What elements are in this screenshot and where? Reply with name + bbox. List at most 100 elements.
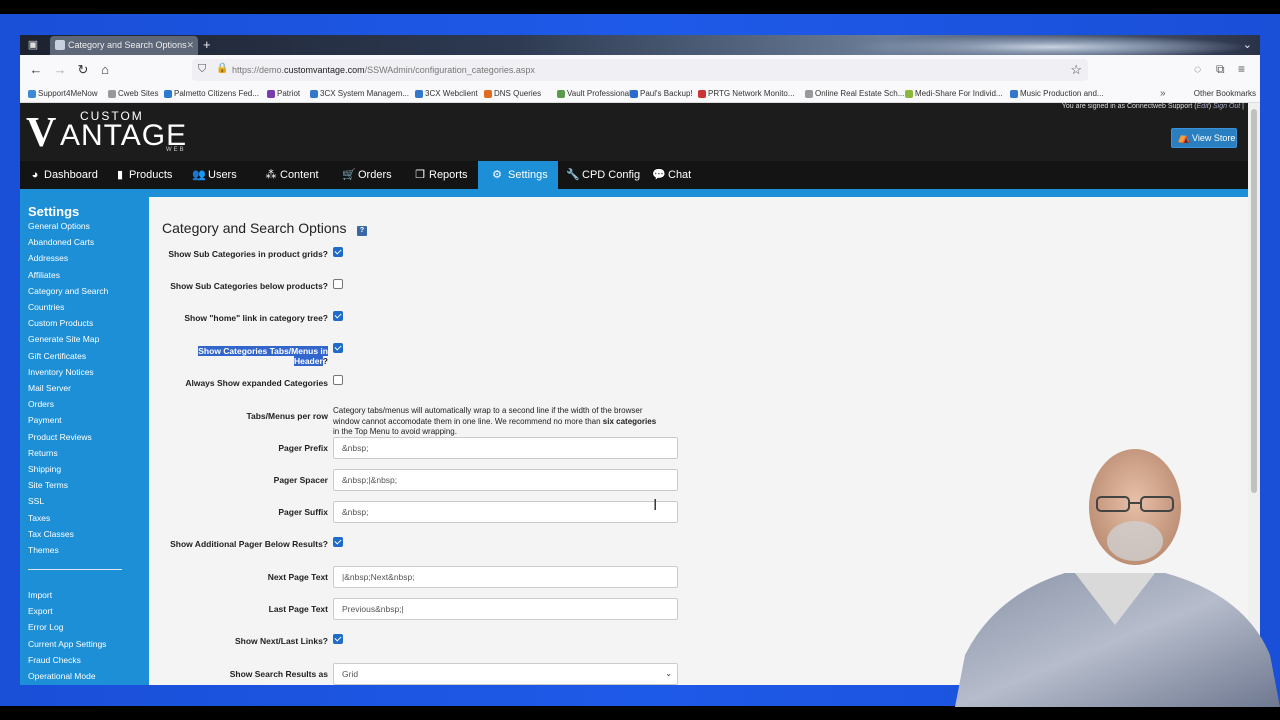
sidebar-item-product-reviews[interactable]: Product Reviews [28, 432, 92, 442]
presenter-webcam [955, 445, 1280, 707]
tab-favicon-icon [55, 40, 65, 50]
pager-prefix-input[interactable]: &nbsp; [333, 437, 678, 459]
pager-spacer-label: Pager Spacer [273, 475, 328, 485]
next-last-links-checkbox[interactable] [333, 634, 343, 644]
sidebar-item-inventory-notices[interactable]: Inventory Notices [28, 367, 94, 377]
bookmark-item[interactable]: Vault Professional [557, 85, 631, 103]
new-tab-button[interactable]: + [203, 35, 211, 55]
sidebar-item-current-app-settings[interactable]: Current App Settings [28, 639, 106, 649]
account-icon[interactable]: ◌ [1194, 62, 1201, 76]
custom-vantage-logo[interactable]: CUSTOM V ANTAGE WEB [26, 109, 186, 157]
tabs-in-header-checkbox[interactable] [333, 343, 343, 353]
nav-item-content[interactable]: ⁂ Content [264, 161, 329, 189]
help-icon[interactable]: ? [357, 226, 367, 236]
address-bar[interactable]: ⛉ 🔒 https://demo.customvantage.com/SSWAd… [192, 59, 1088, 81]
sidebar-item-orders[interactable]: Orders [28, 399, 54, 409]
sidebar-item-addresses[interactable]: Addresses [28, 253, 68, 263]
lock-icon[interactable]: 🔒 [216, 63, 228, 77]
sidebar-item-abandoned-carts[interactable]: Abandoned Carts [28, 237, 94, 247]
sidebar-item-fraud-checks[interactable]: Fraud Checks [28, 655, 81, 665]
bookmark-item[interactable]: Support4MeNow [28, 85, 98, 103]
other-bookmarks-folder[interactable]: Other Bookmarks [1194, 85, 1256, 103]
bookmarks-overflow-icon[interactable]: » [1160, 85, 1166, 103]
pager-spacer-input[interactable]: &nbsp;|&nbsp; [333, 469, 678, 491]
sidebar-item-export[interactable]: Export [28, 606, 53, 616]
sidebar-item-site-terms[interactable]: Site Terms [28, 480, 68, 490]
bookmark-item[interactable]: Patriot [267, 85, 300, 103]
sub-categories-below-label: Show Sub Categories below products? [170, 281, 328, 291]
users-icon: 👥 [192, 169, 206, 181]
scrollbar-thumb[interactable] [1251, 109, 1257, 493]
pager-suffix-input[interactable]: &nbsp; [333, 501, 678, 523]
tab-title: Category and Search Options [68, 40, 187, 50]
reload-icon[interactable]: ↻ [75, 62, 91, 78]
sidebar-item-payment[interactable]: Payment [28, 415, 62, 425]
nav-item-dashboard[interactable]: ◕ Dashboard [28, 161, 108, 189]
page-title: Category and Search Options [162, 220, 347, 236]
bookmark-item[interactable]: DNS Queries [484, 85, 541, 103]
next-page-text-input[interactable]: |&nbsp;Next&nbsp; [333, 566, 678, 588]
sidebar-item-ssl[interactable]: SSL [28, 496, 44, 506]
bookmark-item[interactable]: 3CX System Managem... [310, 85, 409, 103]
sidebar-item-custom-products[interactable]: Custom Products [28, 318, 93, 328]
sidebar-item-gift-certificates[interactable]: Gift Certificates [28, 351, 86, 361]
menu-icon[interactable]: ≡ [1238, 62, 1245, 76]
sidebar-title: Settings [28, 204, 80, 219]
sidebar-item-import[interactable]: Import [28, 590, 52, 600]
nav-item-products[interactable]: ▮ Products [113, 161, 182, 189]
last-page-text-input[interactable]: Previous&nbsp;| [333, 598, 678, 620]
nav-item-reports[interactable]: ❐ Reports [413, 161, 478, 189]
nav-item-chat[interactable]: 💬 Chat [652, 161, 701, 189]
bookmark-item[interactable]: Cweb Sites [108, 85, 158, 103]
nav-item-settings[interactable]: ⚙ Settings [478, 161, 558, 189]
bookmark-item[interactable]: Paul's Backup! [630, 85, 693, 103]
browser-tab-active[interactable]: Category and Search Options ✕ [50, 36, 198, 55]
tab-list-icon[interactable]: ▣ [26, 38, 40, 52]
sidebar-item-affiliates[interactable]: Affiliates [28, 270, 60, 280]
sub-categories-below-checkbox[interactable] [333, 279, 343, 289]
bookmark-item[interactable]: Medi-Share For Individ... [905, 85, 1003, 103]
sidebar-item-tax-classes[interactable]: Tax Classes [28, 529, 74, 539]
cart-icon: 🛒 [342, 169, 356, 181]
sidebar-item-operational-mode[interactable]: Operational Mode [28, 671, 96, 681]
bookmark-item[interactable]: Music Production and... [1010, 85, 1104, 103]
edit-link[interactable]: Edit [1197, 103, 1209, 110]
forward-arrow-icon[interactable]: → [52, 62, 68, 78]
additional-pager-checkbox[interactable] [333, 537, 343, 547]
close-tab-icon[interactable]: ✕ [186, 36, 194, 55]
back-arrow-icon[interactable]: ← [28, 62, 44, 78]
bookmark-item[interactable]: Online Real Estate Sch... [805, 85, 904, 103]
bookmark-item[interactable]: PRTG Network Monito... [698, 85, 795, 103]
sidebar-item-general-options[interactable]: General Options [28, 221, 90, 231]
nav-item-cpd-config[interactable]: 🔧 CPD Config [566, 161, 650, 189]
bookmark-item[interactable]: Palmetto Citizens Fed... [164, 85, 259, 103]
extensions-icon[interactable]: ⧉ [1216, 62, 1225, 77]
sidebar-item-mail-server[interactable]: Mail Server [28, 383, 71, 393]
tab-overflow-chevron-icon[interactable]: ⌄ [1243, 35, 1252, 55]
tabs-per-row-note: Category tabs/menus will automatically w… [333, 406, 657, 436]
sidebar-item-generate-site-map[interactable]: Generate Site Map [28, 334, 99, 344]
sub-categories-grids-checkbox[interactable] [333, 247, 343, 257]
sidebar-item-category-and-search[interactable]: Category and Search [28, 286, 108, 296]
bookmark-star-icon[interactable]: ☆ [1070, 62, 1082, 78]
sidebar-item-countries[interactable]: Countries [28, 302, 64, 312]
sidebar-item-themes[interactable]: Themes [28, 545, 59, 555]
nav-item-orders[interactable]: 🛒 Orders [342, 161, 402, 189]
nav-item-label: Content [280, 169, 319, 181]
home-icon[interactable]: ⌂ [97, 62, 113, 78]
sidebar-item-error-log[interactable]: Error Log [28, 622, 63, 632]
view-store-button[interactable]: ⛺ View Store [1171, 128, 1237, 148]
search-results-as-select[interactable]: Grid ⌄ [333, 663, 678, 685]
sidebar-item-taxes[interactable]: Taxes [28, 513, 50, 523]
content-icon: ⁂ [265, 169, 277, 181]
shield-icon[interactable]: ⛉ [198, 63, 210, 77]
bookmark-item[interactable]: 3CX Webclient [415, 85, 478, 103]
home-link-checkbox[interactable] [333, 311, 343, 321]
nav-item-users[interactable]: 👥 Users [192, 161, 247, 189]
sign-out-link[interactable]: Sign Out [1213, 103, 1240, 110]
expanded-categories-checkbox[interactable] [333, 375, 343, 385]
sidebar-item-shipping[interactable]: Shipping [28, 464, 61, 474]
wrench-icon: 🔧 [566, 169, 580, 181]
sidebar-item-returns[interactable]: Returns [28, 448, 58, 458]
nav-item-label: Chat [668, 169, 692, 181]
